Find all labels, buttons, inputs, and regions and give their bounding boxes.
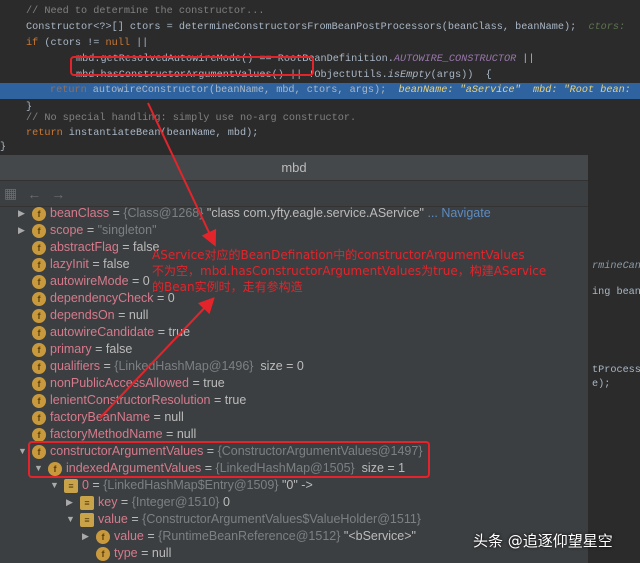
highlight-box-code: [70, 56, 314, 76]
annotation-overlay: [28, 56, 430, 478]
arrow-up: [99, 297, 215, 419]
watermark: 头条 @追逐仰望星空: [473, 532, 613, 550]
highlight-box-tree: [28, 441, 430, 478]
arrow-down: [147, 102, 217, 247]
